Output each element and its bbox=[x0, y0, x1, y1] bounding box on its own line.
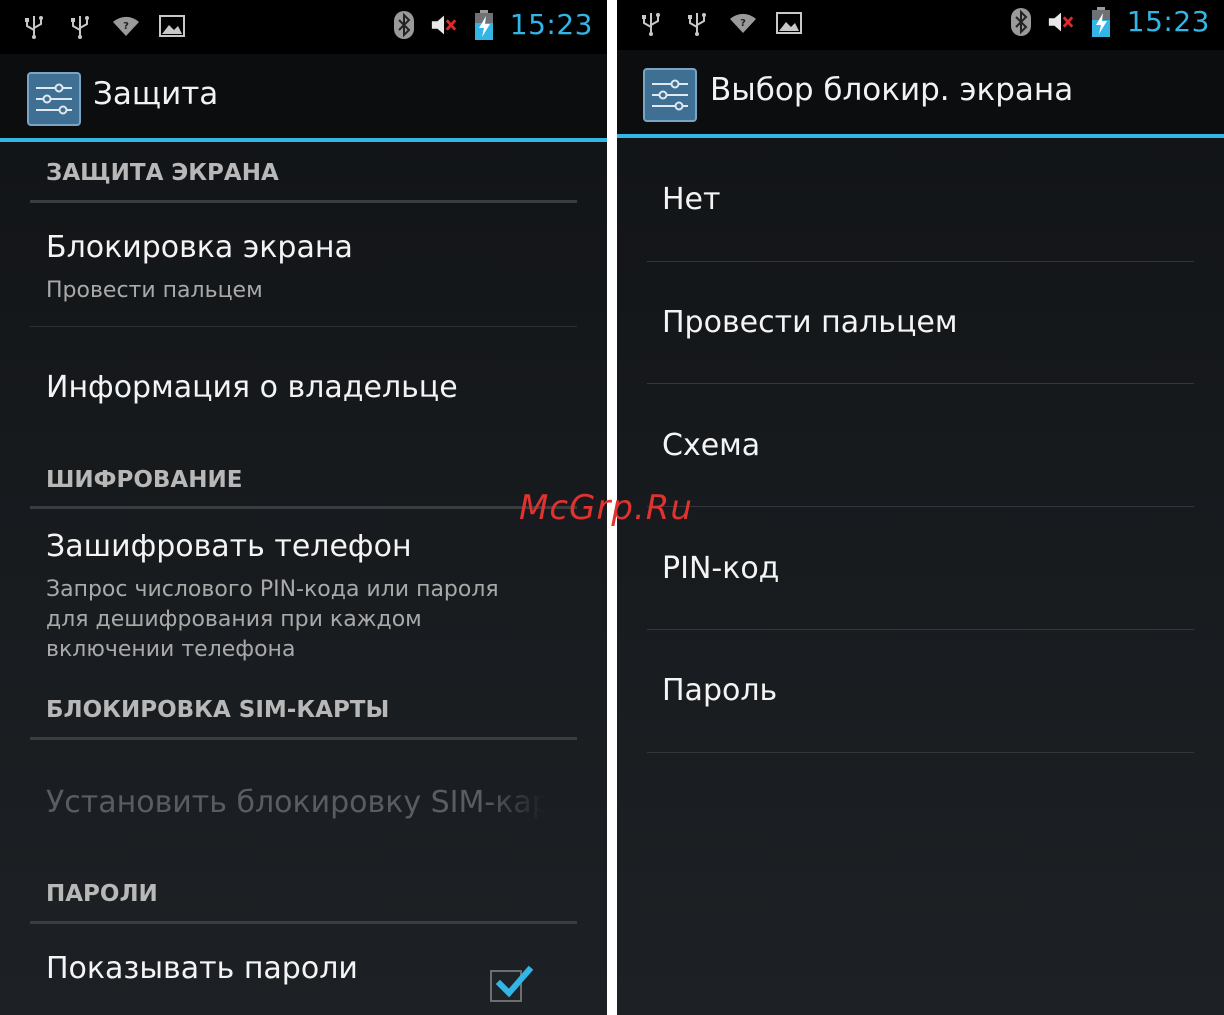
lock-type-screen: ? 15:23 Выбор блокир. экрана Нет Провест… bbox=[617, 0, 1224, 1015]
stage: ? 15:23 Защита ЗАЩИТА ЭКРАНА Блокировка … bbox=[0, 0, 1224, 1015]
mute-icon bbox=[1047, 8, 1075, 36]
mute-icon bbox=[430, 11, 458, 39]
page-title: Выбор блокир. экрана bbox=[710, 72, 1074, 108]
usb-icon bbox=[683, 9, 711, 37]
option-divider bbox=[647, 383, 1194, 384]
pref-item-title: Информация о владельце bbox=[46, 370, 458, 405]
section-header-passwords: ПАРОЛИ bbox=[46, 881, 158, 907]
section-rule bbox=[30, 506, 577, 509]
status-clock: 15:23 bbox=[509, 8, 593, 41]
pref-item-title: Зашифровать телефон bbox=[46, 529, 412, 564]
svg-text:?: ? bbox=[123, 21, 129, 32]
action-bar: Защита bbox=[0, 54, 607, 138]
option-divider bbox=[647, 506, 1194, 507]
notification-icons: ? bbox=[637, 9, 803, 37]
wifi-icon: ? bbox=[112, 12, 140, 40]
system-icons: 15:23 bbox=[1007, 5, 1210, 38]
section-rule bbox=[30, 737, 577, 740]
watermark: McGrp.Ru bbox=[519, 488, 693, 528]
pref-item-title: Показывать пароли bbox=[46, 951, 358, 986]
option-divider bbox=[647, 752, 1194, 753]
system-icons: 15:23 bbox=[390, 8, 593, 41]
action-bar-underline bbox=[0, 138, 607, 142]
image-icon bbox=[158, 12, 186, 40]
show-passwords-checkbox[interactable] bbox=[490, 965, 534, 1002]
pref-item-summary: Запрос числового PIN-кода или пароля для… bbox=[46, 577, 499, 662]
status-bar: ? 15:23 bbox=[0, 0, 607, 54]
battery-charging-icon bbox=[1087, 6, 1115, 37]
section-header-encryption: ШИФРОВАНИЕ bbox=[46, 467, 243, 493]
settings-sliders-icon[interactable] bbox=[27, 72, 81, 126]
action-bar-underline bbox=[617, 134, 1224, 138]
wifi-icon: ? bbox=[729, 9, 757, 37]
action-bar: Выбор блокир. экрана bbox=[617, 50, 1224, 134]
usb-icon bbox=[66, 12, 94, 40]
image-icon bbox=[775, 9, 803, 37]
lock-option-label: Провести пальцем bbox=[662, 305, 958, 340]
checkmark-icon bbox=[495, 965, 534, 998]
section-rule bbox=[30, 921, 577, 924]
security-settings-screen: ? 15:23 Защита ЗАЩИТА ЭКРАНА Блокировка … bbox=[0, 0, 607, 1015]
pref-item-summary: Провести пальцем bbox=[46, 278, 263, 303]
option-divider bbox=[647, 261, 1194, 262]
svg-text:?: ? bbox=[740, 18, 746, 29]
status-clock: 15:23 bbox=[1126, 5, 1210, 38]
lock-option-label: Схема bbox=[662, 428, 761, 463]
section-header-screen-security: ЗАЩИТА ЭКРАНА bbox=[46, 160, 279, 186]
lock-option-label: Нет bbox=[662, 182, 721, 217]
lock-option-label: PIN-код bbox=[662, 551, 780, 586]
usb-icon bbox=[637, 9, 665, 37]
pref-item-title: Блокировка экрана bbox=[46, 230, 353, 265]
battery-charging-icon bbox=[470, 9, 498, 40]
notification-icons: ? bbox=[20, 12, 186, 40]
usb-icon bbox=[20, 12, 48, 40]
bluetooth-icon bbox=[390, 10, 418, 39]
bluetooth-icon bbox=[1007, 7, 1035, 36]
settings-sliders-icon[interactable] bbox=[643, 68, 697, 122]
pref-item-title-disabled: Установить блокировку SIM-карты bbox=[46, 785, 546, 820]
section-rule bbox=[30, 200, 577, 203]
lock-option-label: Пароль bbox=[662, 673, 778, 708]
page-title: Защита bbox=[93, 76, 219, 112]
section-header-sim-lock: БЛОКИРОВКА SIM-КАРТЫ bbox=[46, 697, 390, 723]
option-divider bbox=[647, 629, 1194, 630]
item-divider bbox=[30, 326, 577, 327]
status-bar: ? 15:23 bbox=[617, 0, 1224, 50]
